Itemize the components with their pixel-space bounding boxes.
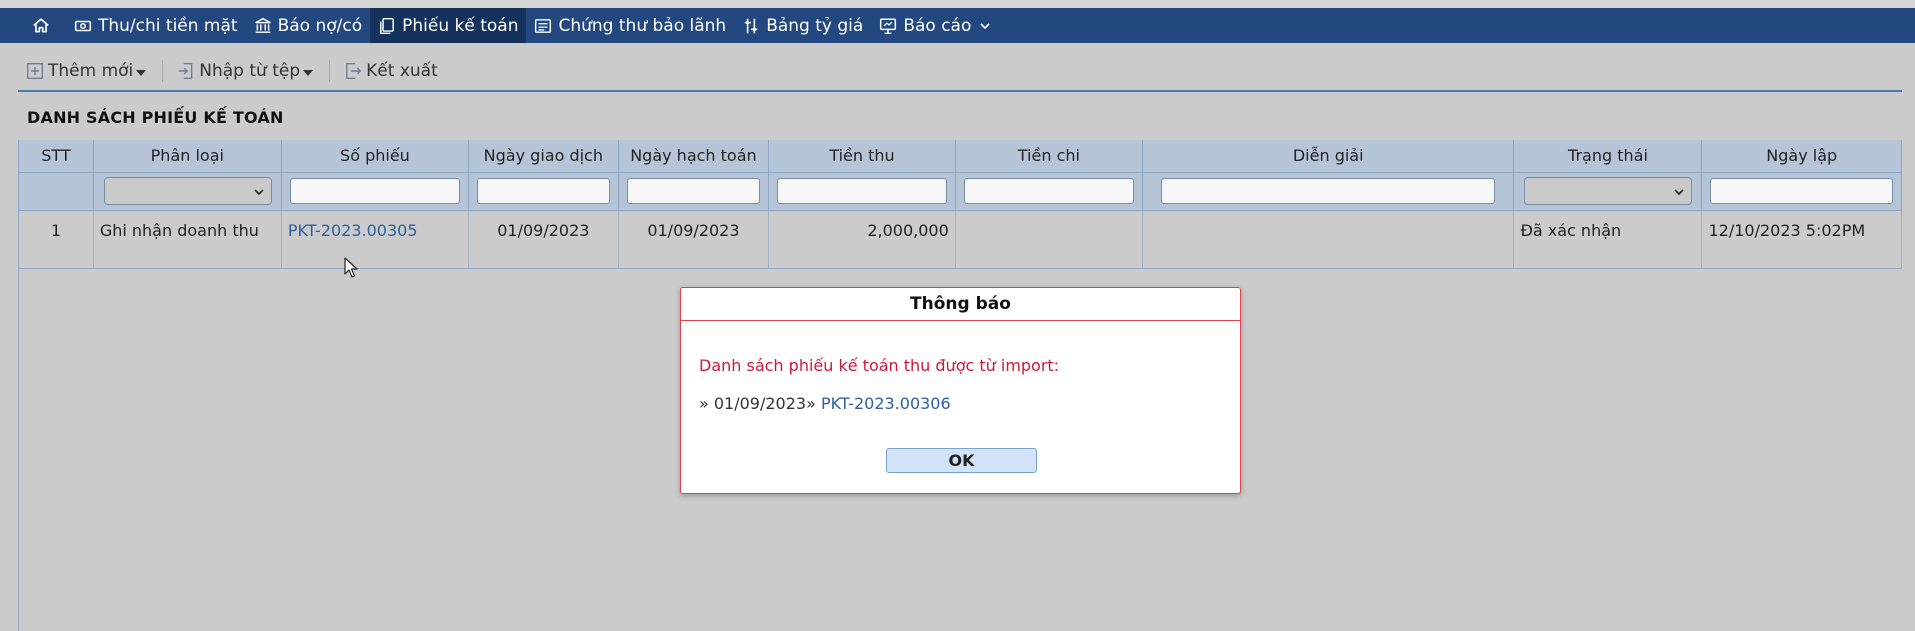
filter-cell-posting-date xyxy=(618,172,770,211)
filter-cell-voucher-no xyxy=(281,172,470,211)
export-button[interactable]: Kết xuất xyxy=(336,61,448,81)
transaction-date-filter-input[interactable] xyxy=(477,178,610,204)
col-header-category[interactable]: Phân loại xyxy=(93,140,282,173)
col-header-transaction-date[interactable]: Ngày giao dịch xyxy=(468,140,619,173)
col-header-voucher-no[interactable]: Số phiếu xyxy=(281,140,470,173)
cell-created-at: 12/10/2023 5:02PM xyxy=(1701,210,1902,269)
dialog-item-line: » 01/09/2023» PKT-2023.00306 xyxy=(699,394,951,413)
status-filter-select[interactable] xyxy=(1524,177,1693,205)
col-header-posting-date[interactable]: Ngày hạch toán xyxy=(618,140,770,173)
cell-posting-date: 01/09/2023 xyxy=(618,210,770,269)
cell-transaction-date: 01/09/2023 xyxy=(468,210,619,269)
col-header-receipt[interactable]: Tiền thu xyxy=(768,140,956,173)
toolbar-divider xyxy=(162,60,164,82)
cell-status: Đã xác nhận xyxy=(1513,210,1703,269)
filter-cell-description xyxy=(1142,172,1515,211)
export-label: Kết xuất xyxy=(366,61,438,81)
dialog-voucher-link[interactable]: PKT-2023.00306 xyxy=(821,394,951,413)
nav-guarantee-label: Chứng thư bảo lãnh xyxy=(558,15,727,36)
col-header-created-at[interactable]: Ngày lập xyxy=(1701,140,1902,173)
table-row[interactable]: 1 Ghi nhận doanh thu PKT-2023.00305 01/0… xyxy=(19,210,1902,269)
nav-report-label: Báo cáo xyxy=(903,15,972,36)
toolbar-divider xyxy=(329,60,331,82)
browser-top-strip xyxy=(0,0,1915,8)
nav-guarantee[interactable]: Chứng thư bảo lãnh xyxy=(526,8,734,43)
home-icon xyxy=(32,17,50,35)
certificate-icon xyxy=(534,17,552,35)
mouse-cursor-icon xyxy=(344,257,358,278)
filter-cell-receipt xyxy=(768,172,956,211)
cell-description xyxy=(1142,210,1515,269)
exchange-icon xyxy=(742,17,760,35)
dialog-item-prefix: » 01/09/2023» xyxy=(699,394,816,413)
cell-category: Ghi nhận doanh thu xyxy=(93,210,282,269)
cell-payment xyxy=(955,210,1143,269)
col-header-stt[interactable]: STT xyxy=(19,140,94,173)
import-icon xyxy=(178,63,193,79)
nav-home[interactable] xyxy=(24,8,66,43)
import-file-label: Nhập từ tệp xyxy=(199,61,301,81)
col-header-status[interactable]: Trạng thái xyxy=(1513,140,1703,173)
nav-cash[interactable]: Thu/chi tiền mặt xyxy=(66,8,246,43)
bank-icon xyxy=(254,17,272,35)
main-navbar: Thu/chi tiền mặt Báo nợ/có Phiếu kế toán… xyxy=(0,8,1915,43)
voucher-no-filter-input[interactable] xyxy=(289,178,461,204)
table-filter-row xyxy=(19,172,1902,211)
created-at-filter-input[interactable] xyxy=(1710,178,1893,204)
plus-square-icon xyxy=(27,63,43,79)
filter-cell-payment xyxy=(955,172,1143,211)
nav-exchange-rate-label: Bảng tỷ giá xyxy=(766,15,864,36)
caret-down-icon xyxy=(303,70,314,76)
receipt-filter-input[interactable] xyxy=(777,178,947,204)
chevron-down-icon xyxy=(1674,189,1685,196)
category-filter-select[interactable] xyxy=(103,177,272,205)
voucher-link[interactable]: PKT-2023.00305 xyxy=(281,210,470,269)
cash-icon xyxy=(74,17,92,35)
payment-filter-input[interactable] xyxy=(963,178,1134,204)
cell-receipt: 2,000,000 xyxy=(768,210,956,269)
nav-accounting-voucher[interactable]: Phiếu kế toán xyxy=(370,8,527,43)
filter-cell-created-at xyxy=(1701,172,1902,211)
chevron-down-icon xyxy=(979,20,991,32)
dialog-title: Thông báo xyxy=(681,288,1240,321)
notification-dialog: Thông báo Danh sách phiếu kế toán thu đư… xyxy=(680,287,1241,494)
description-filter-input[interactable] xyxy=(1160,178,1496,204)
action-toolbar: Thêm mới Nhập từ tệp Kết xuất xyxy=(18,52,1902,92)
report-icon xyxy=(879,17,897,35)
filter-cell-status xyxy=(1513,172,1703,211)
table-header-row: STT Phân loại Số phiếu Ngày giao dịch Ng… xyxy=(19,140,1902,173)
nav-report[interactable]: Báo cáo xyxy=(871,8,999,43)
filter-cell-category xyxy=(93,172,282,211)
filter-cell-transaction-date xyxy=(468,172,619,211)
export-icon xyxy=(346,63,362,79)
import-file-button[interactable]: Nhập từ tệp xyxy=(169,61,323,81)
col-header-description[interactable]: Diễn giải xyxy=(1142,140,1515,173)
nav-accounting-voucher-label: Phiếu kế toán xyxy=(402,15,519,36)
caret-down-icon xyxy=(136,70,147,76)
cell-stt: 1 xyxy=(19,210,94,269)
page-title: DANH SÁCH PHIẾU KẾ TOÁN xyxy=(27,108,284,127)
filter-cell-stt xyxy=(19,172,94,211)
chevron-down-icon xyxy=(254,189,264,196)
dialog-message: Danh sách phiếu kế toán thu được từ impo… xyxy=(699,356,1060,375)
nav-exchange-rate[interactable]: Bảng tỷ giá xyxy=(734,8,871,43)
nav-debit-credit[interactable]: Báo nợ/có xyxy=(246,8,371,43)
add-new-label: Thêm mới xyxy=(48,61,134,81)
col-header-payment[interactable]: Tiền chi xyxy=(955,140,1143,173)
nav-debit-credit-label: Báo nợ/có xyxy=(277,15,363,36)
ok-button[interactable]: OK xyxy=(886,448,1037,473)
add-new-button[interactable]: Thêm mới xyxy=(18,61,156,81)
nav-cash-label: Thu/chi tiền mặt xyxy=(98,15,238,36)
posting-date-filter-input[interactable] xyxy=(626,178,761,204)
documents-icon xyxy=(378,17,396,35)
